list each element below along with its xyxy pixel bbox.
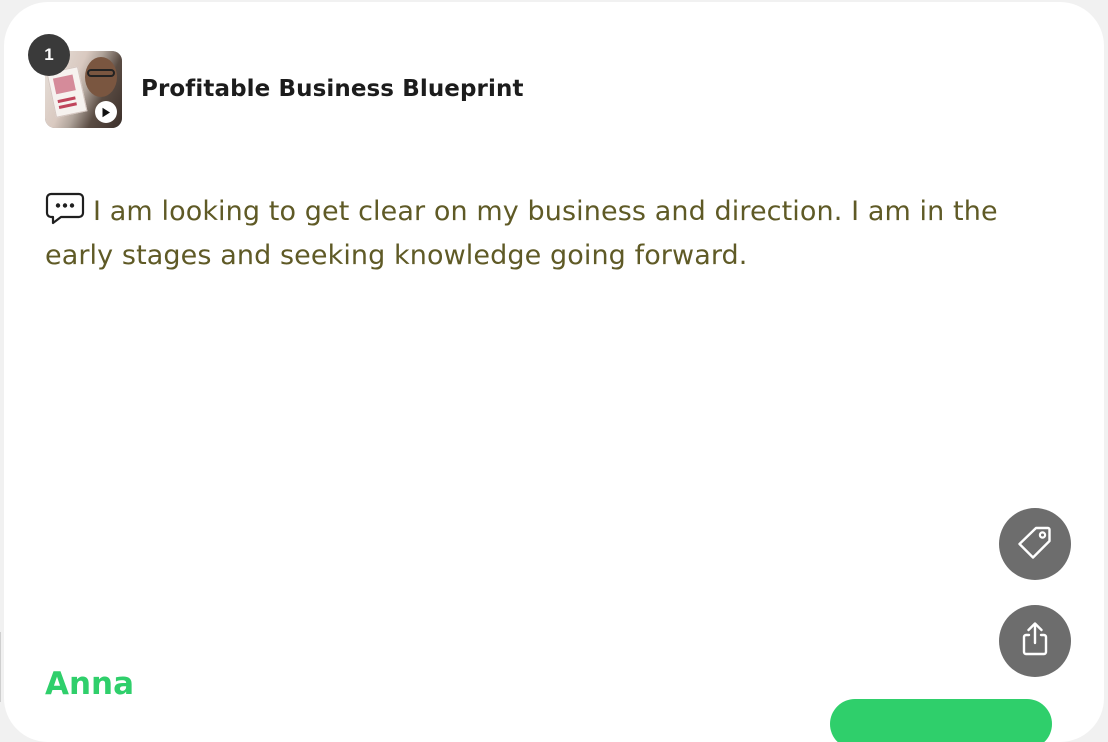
- tag-icon: [1018, 525, 1052, 563]
- thumbnail-person-image: [85, 57, 117, 97]
- divider: [0, 632, 1, 702]
- share-button[interactable]: [999, 605, 1071, 677]
- response-card: 1 Profitable Business Blueprint I am loo…: [4, 2, 1104, 742]
- message-block: I am looking to get clear on my business…: [45, 190, 1055, 278]
- author-name: Anna: [45, 666, 135, 702]
- speech-bubble-ellipsis-icon: [45, 191, 85, 225]
- message-text: I am looking to get clear on my business…: [45, 196, 998, 271]
- page-title: Profitable Business Blueprint: [141, 76, 524, 102]
- action-button[interactable]: [830, 699, 1052, 742]
- tag-button[interactable]: [999, 508, 1071, 580]
- share-icon: [1017, 621, 1053, 661]
- count-badge: 1: [28, 34, 70, 76]
- thumbnail-glasses-image: [87, 69, 115, 77]
- play-icon[interactable]: [95, 101, 117, 123]
